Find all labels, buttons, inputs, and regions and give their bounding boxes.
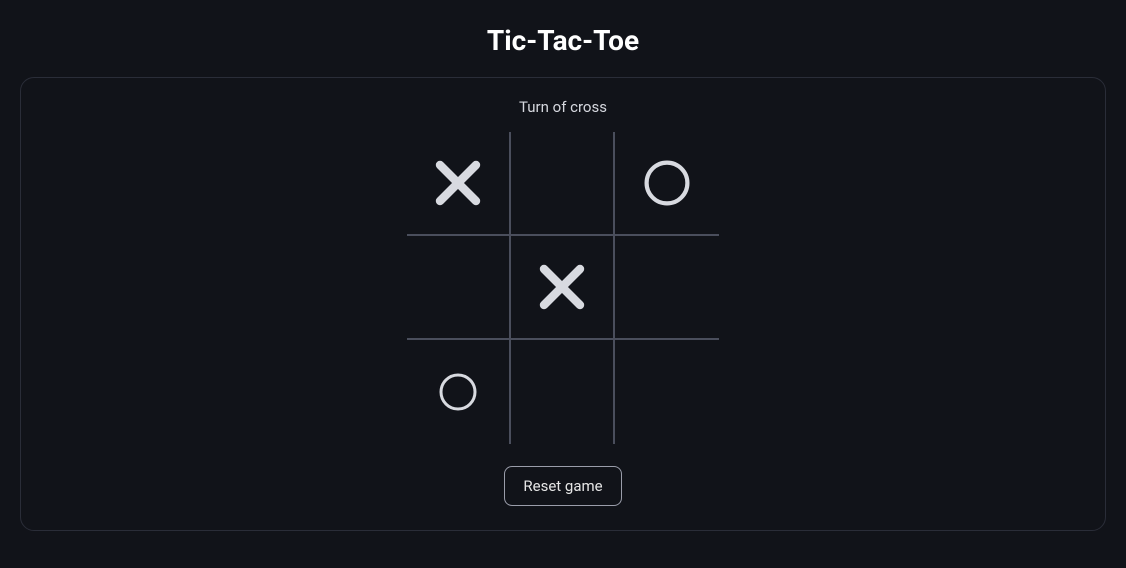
- page-title: Tic-Tac-Toe: [0, 0, 1126, 77]
- o-mark-icon: [637, 153, 697, 213]
- x-mark-icon: [532, 257, 592, 317]
- cell-3[interactable]: [407, 236, 511, 340]
- o-mark-icon: [433, 367, 483, 417]
- cell-2[interactable]: [615, 132, 719, 236]
- cell-7[interactable]: [511, 340, 615, 444]
- cell-5[interactable]: [615, 236, 719, 340]
- game-panel: Turn of cross Reset game: [20, 77, 1106, 531]
- turn-status: Turn of cross: [519, 98, 607, 116]
- cell-4[interactable]: [511, 236, 615, 340]
- cell-0[interactable]: [407, 132, 511, 236]
- cell-1[interactable]: [511, 132, 615, 236]
- x-mark-icon: [428, 153, 488, 213]
- reset-button[interactable]: Reset game: [504, 466, 621, 506]
- cell-8[interactable]: [615, 340, 719, 444]
- game-board: [407, 132, 719, 444]
- cell-6[interactable]: [407, 340, 511, 444]
